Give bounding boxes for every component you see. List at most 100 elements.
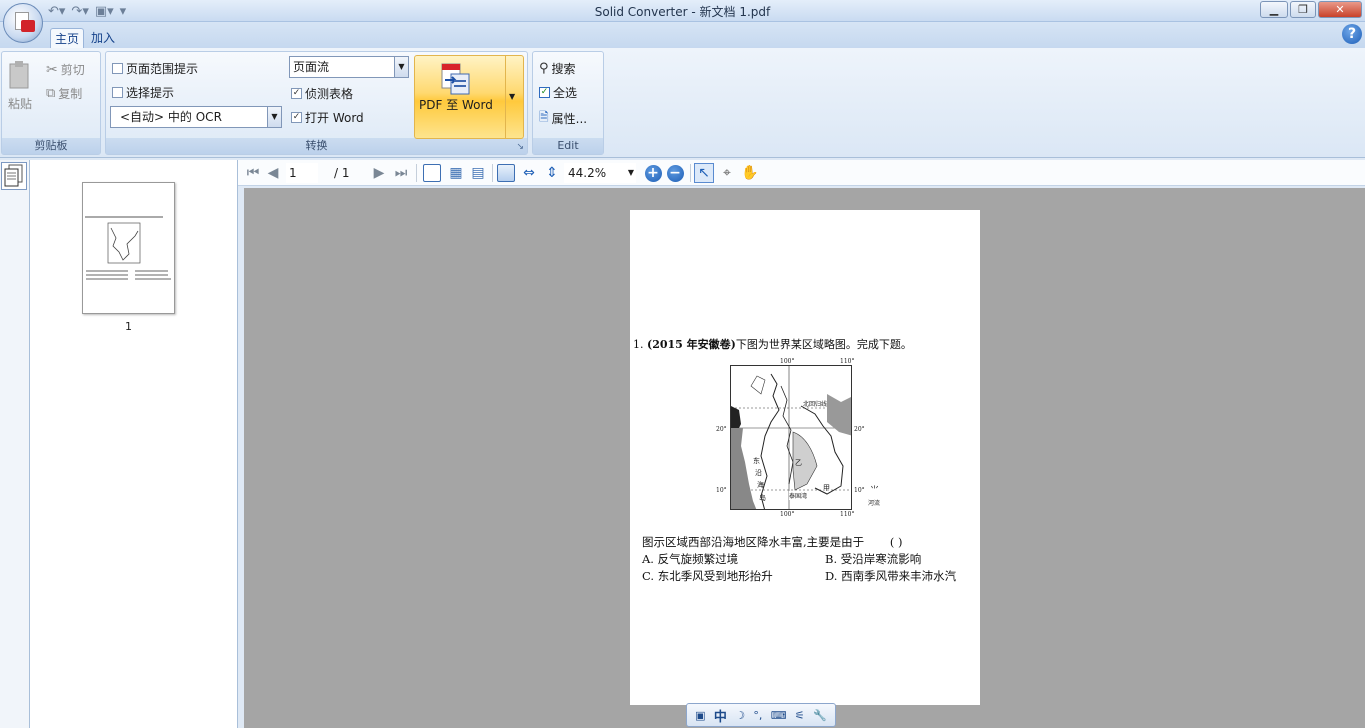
- page-thumbnail-preview: [85, 216, 171, 280]
- hand-tool-icon[interactable]: ✋: [740, 163, 760, 183]
- half-width-icon[interactable]: ☽: [735, 709, 745, 722]
- properties-button[interactable]: 🗎 属性...: [539, 108, 587, 129]
- cut-label: 剪切: [60, 63, 85, 77]
- select-all-label: 全选: [553, 86, 578, 100]
- last-page-icon[interactable]: ⏭: [392, 163, 410, 183]
- previous-page-icon[interactable]: ◀: [266, 163, 280, 183]
- ime-menu-icon[interactable]: ⚟: [795, 709, 805, 722]
- question-number: 1.: [633, 338, 647, 351]
- selection-hint-checkbox[interactable]: 选择提示: [112, 84, 174, 101]
- zoom-dropdown[interactable]: 44.2% ▼: [564, 163, 636, 183]
- pdf-to-word-label: PDF 至 Word: [419, 98, 493, 112]
- paste-label: 粘贴: [7, 97, 32, 111]
- page-range-hint-checkbox[interactable]: 页面范围提示: [112, 60, 198, 77]
- ime-logo-icon[interactable]: ▣: [695, 709, 705, 722]
- check-icon: ✓: [539, 87, 550, 98]
- keyboard-icon[interactable]: ⌨: [771, 709, 787, 722]
- layout-dropdown-value: 页面流: [293, 60, 330, 74]
- question-text: 图示区域西部沿海地区降水丰富,主要是由于 ( ): [642, 534, 902, 550]
- edit-group: ⚲ 搜索 ✓ 全选 🗎 属性... Edit: [532, 51, 604, 155]
- continuous-view-icon[interactable]: ▦: [446, 163, 466, 183]
- copy-button[interactable]: ⧉ 复制: [46, 85, 82, 102]
- ribbon: 粘贴 ✂ 剪切 ⧉ 复制 剪贴板 页面范围提示 选择提示 <自动> 中的 OCR…: [0, 48, 1365, 158]
- ocr-dropdown[interactable]: <自动> 中的 OCR ▼: [110, 106, 282, 128]
- side-panel-tabs: [0, 160, 30, 728]
- map-label-lat-20-right: 20°: [854, 426, 865, 433]
- pages-panel-tab[interactable]: [1, 162, 27, 190]
- map-label-lon-110-bottom: 110°: [840, 511, 855, 518]
- window-title: Solid Converter - 新文档 1.pdf: [594, 5, 771, 19]
- chevron-down-icon[interactable]: ▼: [509, 92, 515, 101]
- cut-button[interactable]: ✂ 剪切: [46, 61, 85, 78]
- close-button[interactable]: ✕: [1318, 1, 1362, 18]
- region-map: 北回归线 东 沿 海 岛 乙 甲 泰国湾: [730, 365, 852, 510]
- scissors-icon: ✂: [46, 61, 58, 78]
- paste-icon: [9, 61, 29, 89]
- page-number-input[interactable]: 1: [286, 163, 318, 183]
- map-label-b: 乙: [795, 459, 802, 467]
- zoom-out-icon[interactable]: −: [666, 163, 684, 183]
- wrench-icon[interactable]: 🔧: [813, 709, 827, 722]
- checkbox-unchecked: [112, 87, 123, 98]
- paste-button[interactable]: 粘贴: [7, 60, 33, 112]
- maximize-button[interactable]: ❐: [1290, 1, 1316, 18]
- region-map-drawing: [731, 366, 851, 509]
- zoom-value: 44.2%: [568, 166, 607, 180]
- toolbar-separator: [416, 164, 417, 182]
- minimize-button[interactable]: ▁: [1260, 1, 1288, 18]
- map-legend-river: 河流: [868, 500, 881, 507]
- question-source: (2015 年安徽卷): [647, 338, 736, 351]
- next-page-icon[interactable]: ▶: [372, 163, 386, 183]
- map-label-lon-110-top: 110°: [840, 358, 855, 365]
- map-label-coast-3: 岛: [759, 494, 766, 502]
- option-a: A. 反气旋频繁过境: [642, 552, 739, 566]
- map-label-lat-10-right: 10°: [854, 487, 865, 494]
- ocr-dropdown-value: <自动> 中的 OCR: [120, 110, 222, 124]
- fit-height-icon[interactable]: ⇕: [542, 163, 562, 183]
- clipboard-group: 粘贴 ✂ 剪切 ⧉ 复制 剪贴板: [1, 51, 101, 155]
- page-thumbnail[interactable]: [82, 182, 175, 314]
- pdf-to-word-button[interactable]: PDF 至 Word ▼: [414, 55, 524, 139]
- fit-width-icon[interactable]: ⇔: [519, 163, 539, 183]
- tab-home[interactable]: 主页: [50, 28, 85, 49]
- chevron-down-icon: ▼: [394, 57, 408, 77]
- select-all-button[interactable]: ✓ 全选: [539, 84, 577, 101]
- fit-page-icon[interactable]: [496, 163, 516, 183]
- convert-group-label: 转换: [106, 138, 527, 154]
- page-total: / 1: [334, 166, 350, 180]
- thumbnail-panel: 1: [30, 160, 238, 728]
- ribbon-tab-row: 主页 加入: [0, 22, 1365, 49]
- map-label-coast-2: 海: [757, 481, 764, 489]
- detect-tables-checkbox[interactable]: ✓ 侦测表格: [291, 85, 353, 102]
- detect-tables-label: 侦测表格: [305, 87, 354, 101]
- punctuation-icon[interactable]: °,: [753, 709, 762, 722]
- option-d: D. 西南季风带来丰沛水汽: [825, 569, 957, 583]
- facing-view-icon[interactable]: ▤: [468, 163, 488, 183]
- document-viewport[interactable]: 1. (2015 年安徽卷)下图为世界某区域略图。完成下题。 100° 110°…: [244, 188, 1365, 728]
- application-menu-button[interactable]: [3, 3, 43, 43]
- ime-language-toggle[interactable]: 中: [714, 706, 727, 725]
- split-divider: [505, 56, 506, 138]
- zoom-in-icon[interactable]: +: [644, 163, 662, 183]
- checkbox-checked: ✓: [291, 88, 302, 99]
- first-page-icon[interactable]: ⏮: [244, 163, 262, 183]
- map-label-lat-20-left: 20°: [716, 426, 727, 433]
- tab-addins[interactable]: 加入: [87, 28, 119, 49]
- thumbnail-page-number: 1: [125, 320, 132, 333]
- selection-hint-label: 选择提示: [126, 86, 175, 100]
- search-button[interactable]: ⚲ 搜索: [539, 60, 576, 77]
- text-select-icon[interactable]: ⌖: [717, 163, 737, 183]
- question-stem: 图示区域西部沿海地区降水丰富,主要是由于: [642, 535, 865, 549]
- map-label-lon-100-bottom: 100°: [780, 511, 795, 518]
- single-page-view-icon[interactable]: [422, 163, 442, 183]
- clipboard-group-label: 剪贴板: [2, 138, 100, 154]
- map-label-a: 甲: [823, 484, 830, 492]
- toolbar-separator: [690, 164, 691, 182]
- title-bar: ↶▾ ↷▾ ▣▾ ▾ Solid Converter - 新文档 1.pdf ▁…: [0, 0, 1365, 22]
- help-button[interactable]: ?: [1342, 24, 1362, 44]
- layout-dropdown[interactable]: 页面流 ▼: [289, 56, 409, 78]
- map-label-gulf: 泰国湾: [789, 491, 808, 500]
- dialog-launcher-icon[interactable]: ↘: [516, 142, 524, 152]
- open-word-checkbox[interactable]: ✓ 打开 Word: [291, 109, 364, 126]
- select-tool-icon[interactable]: ↖: [694, 163, 714, 183]
